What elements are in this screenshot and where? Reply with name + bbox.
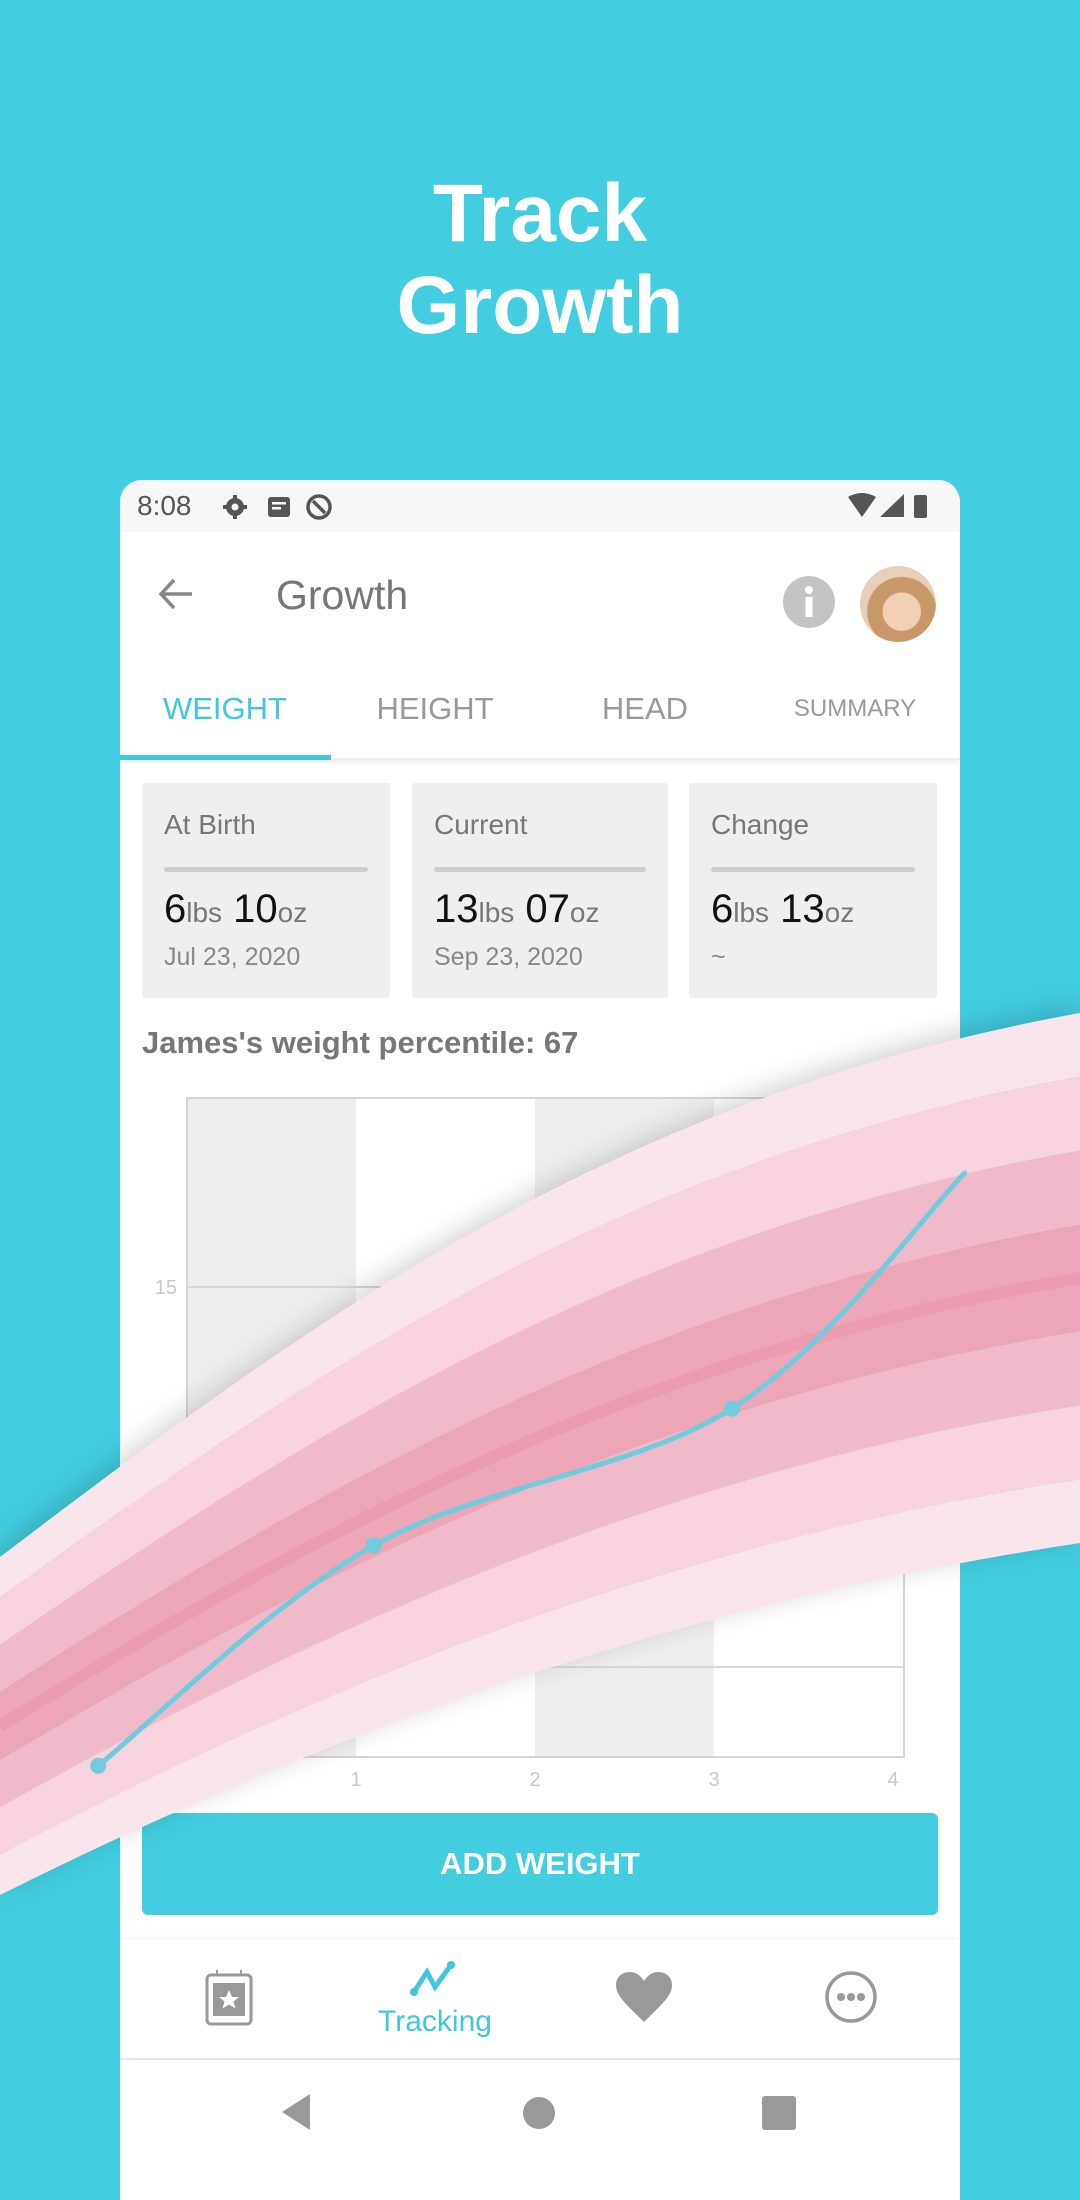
x-tick-label: 2 [529,1769,540,1791]
weight-point[interactable] [365,1537,382,1554]
x-tick-label: 1 [350,1769,361,1791]
y-tick-label: 15 [155,1277,177,1299]
weight-point[interactable] [723,1400,740,1417]
x-tick-label: 3 [708,1769,719,1791]
x-tick-label: 4 [887,1769,898,1791]
growth-chart: 15 1 2 3 4 [0,1013,1080,1895]
weight-point[interactable] [90,1757,107,1774]
